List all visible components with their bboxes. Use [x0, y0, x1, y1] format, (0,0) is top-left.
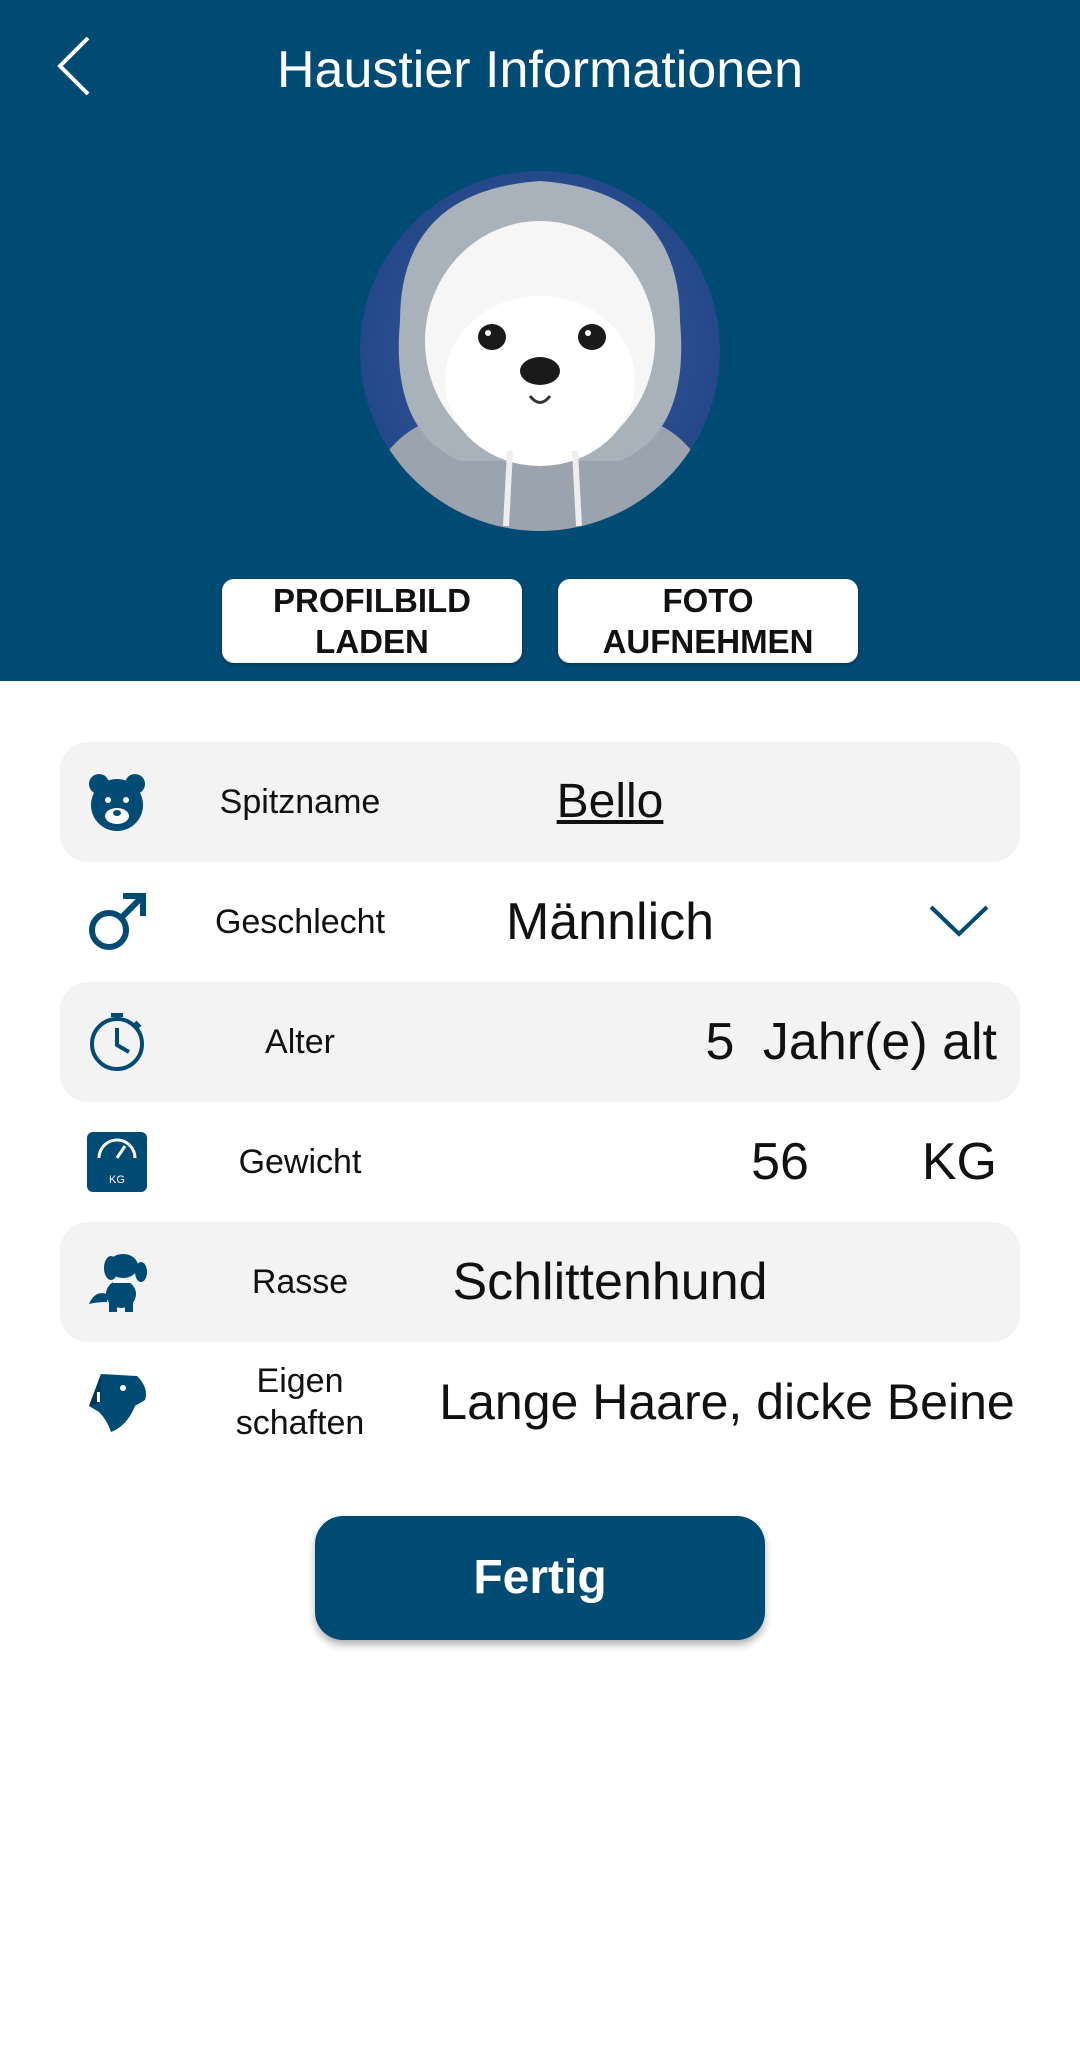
done-button[interactable]: Fertig	[315, 1516, 765, 1640]
chevron-down-icon[interactable]	[928, 902, 990, 942]
age-input[interactable]: 5	[690, 982, 750, 1102]
page-title: Haustier Informationen	[276, 41, 804, 99]
nickname-input[interactable]: Bello	[410, 742, 810, 862]
bear-icon	[89, 774, 145, 831]
gender-select[interactable]: Männlich	[410, 862, 810, 982]
header: Haustier Informationen PROFILBILD LADEN …	[0, 0, 1080, 681]
load-profile-picture-button[interactable]: PROFILBILD LADEN	[222, 579, 522, 663]
stopwatch-icon	[90, 1013, 144, 1071]
pet-photo	[360, 171, 720, 531]
dog-head-icon	[89, 1374, 146, 1432]
traits-label: Eigen schaften	[235, 1362, 365, 1442]
weight-row: KG Gewicht 56 KG	[60, 1102, 1020, 1222]
nickname-row: Spitzname Bello	[60, 742, 1020, 862]
weight-label: Gewicht	[238, 1143, 362, 1181]
gender-label: Geschlecht	[214, 903, 386, 941]
age-row: Alter 5 Jahr(e) alt	[60, 982, 1020, 1102]
breed-label: Rasse	[251, 1263, 349, 1301]
traits-input[interactable]: Lange Haare, dicke Beine	[432, 1342, 1022, 1462]
breed-input[interactable]: Schlittenhund	[410, 1222, 810, 1342]
weight-unit: KG	[921, 1133, 997, 1191]
age-label: Alter	[265, 1023, 335, 1061]
age-unit: Jahr(e) alt	[762, 1013, 997, 1071]
gender-row: Geschlecht Männlich	[60, 862, 1020, 982]
scale-icon: KG	[87, 1132, 147, 1192]
nickname-label: Spitzname	[219, 783, 381, 821]
traits-row: Eigen schaften Lange Haare, dicke Beine	[60, 1342, 1020, 1462]
svg-text:KG: KG	[109, 1174, 125, 1186]
weight-input[interactable]: 56	[660, 1102, 900, 1222]
dog-icon	[89, 1254, 147, 1312]
pet-avatar	[360, 171, 720, 531]
breed-row: Rasse Schlittenhund	[60, 1222, 1020, 1342]
male-symbol-icon	[89, 893, 146, 950]
take-photo-button[interactable]: FOTO AUFNEHMEN	[558, 579, 858, 663]
